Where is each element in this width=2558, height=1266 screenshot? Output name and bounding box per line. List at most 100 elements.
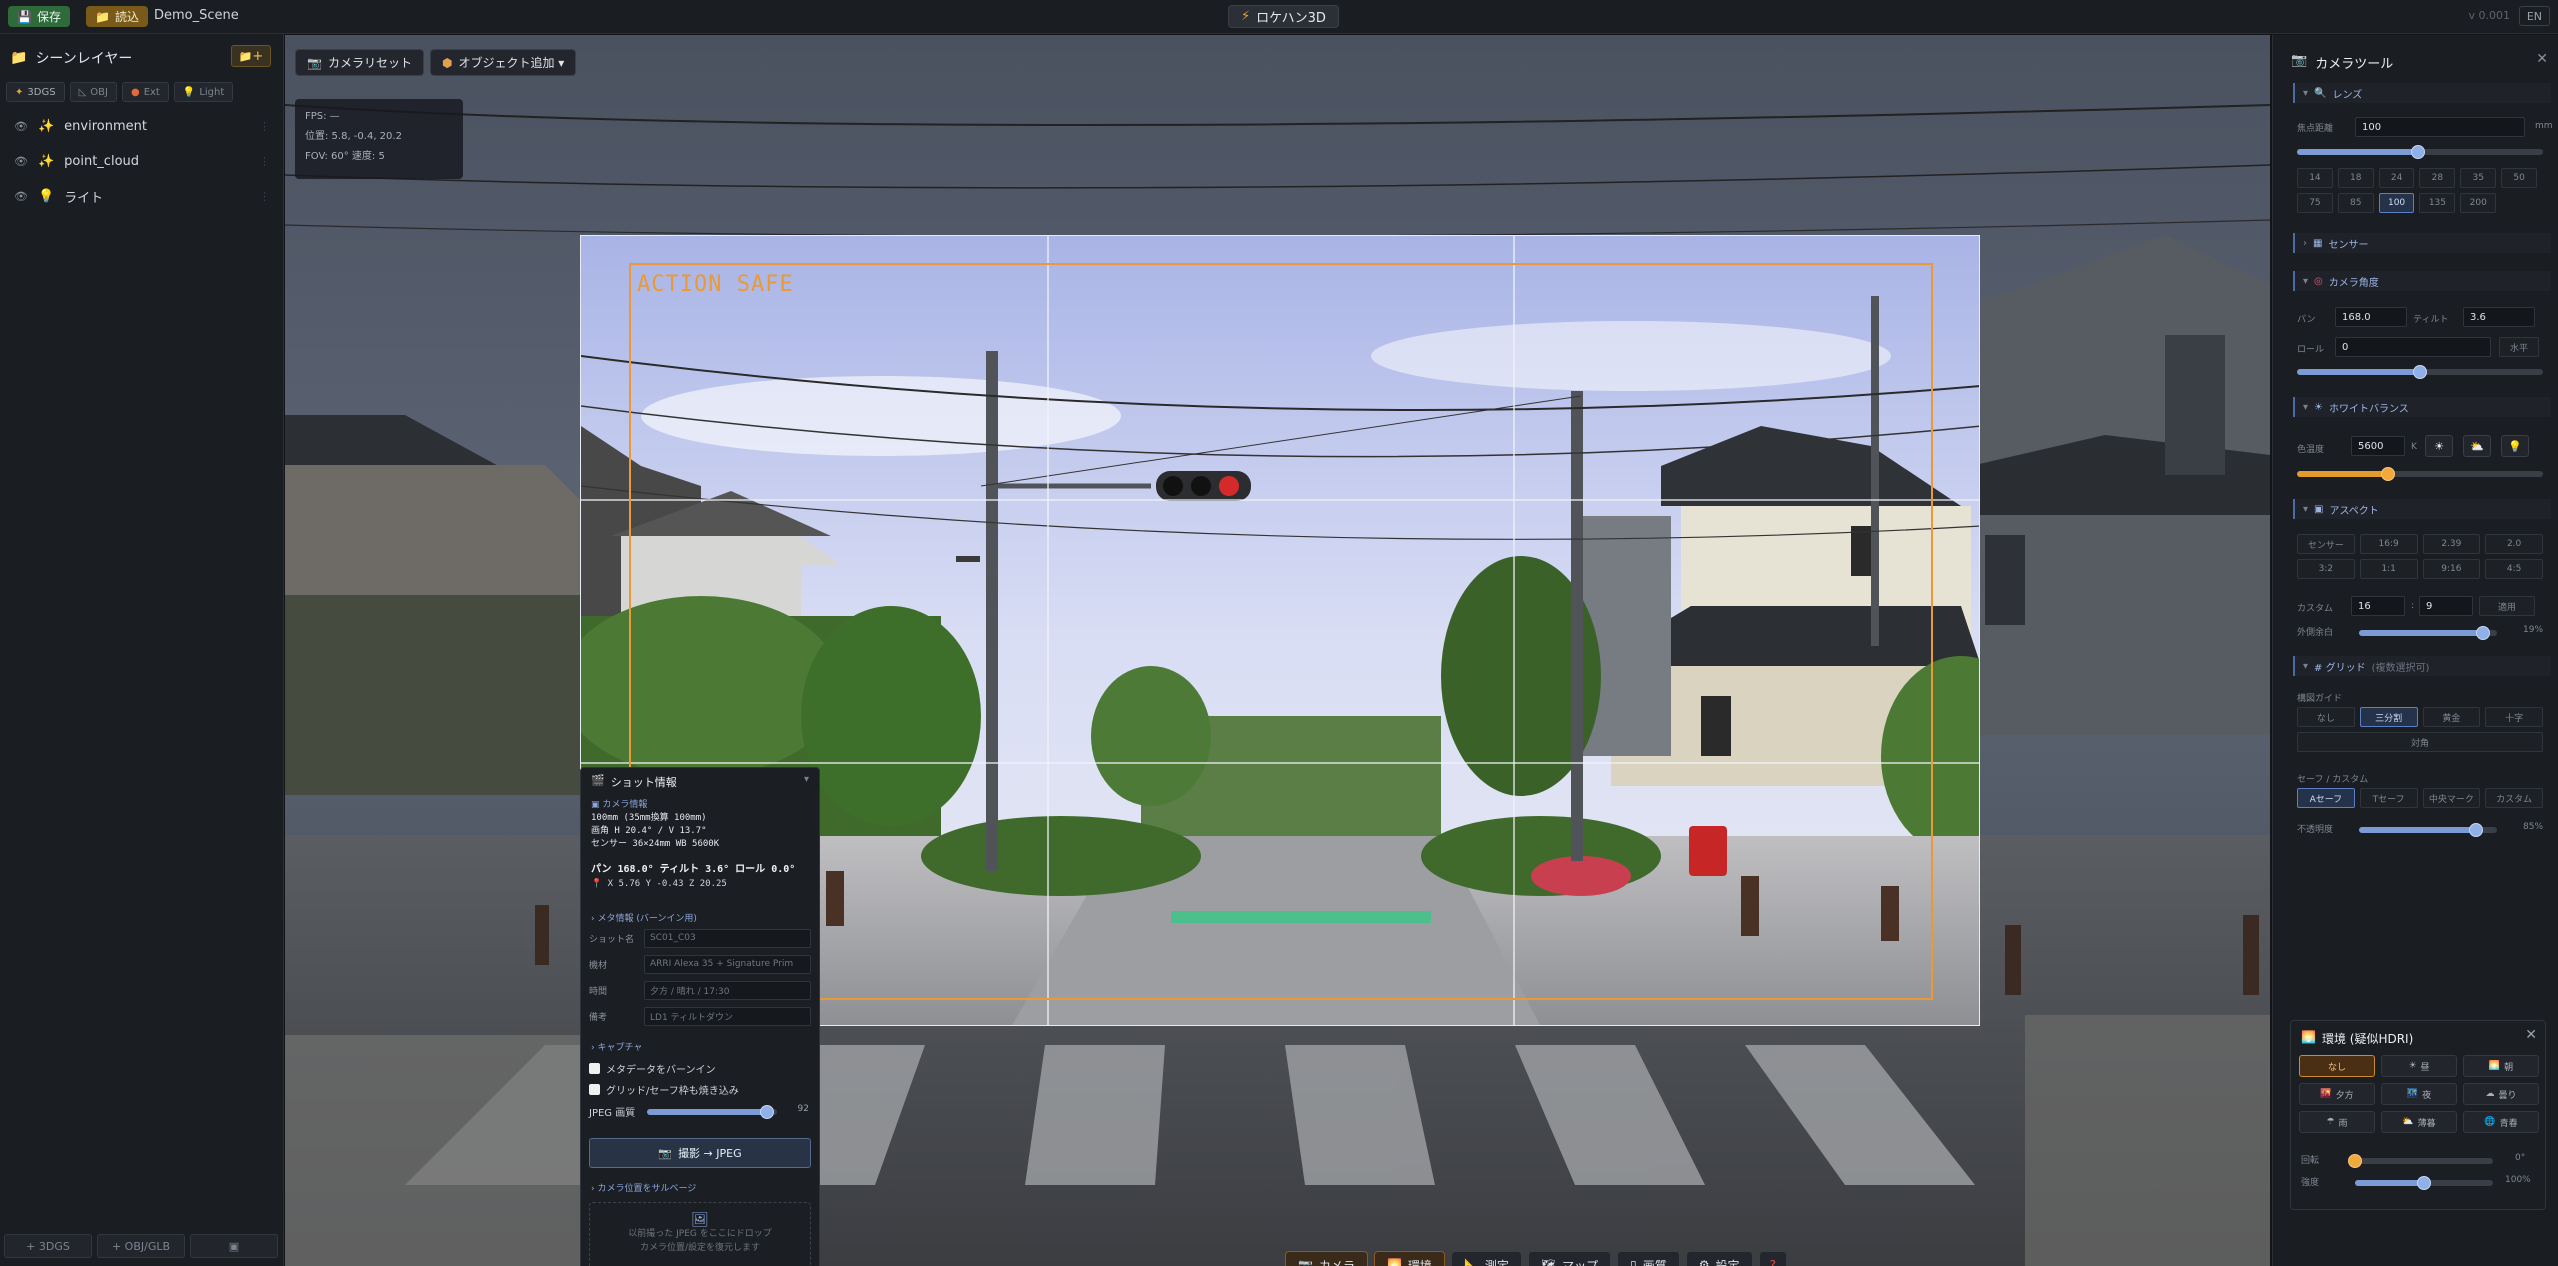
composition-golden[interactable]: 黄金 bbox=[2422, 707, 2481, 727]
white-balance-section[interactable]: ▾ ☀ ホワイトバランス bbox=[2293, 397, 2551, 417]
slider-knob[interactable] bbox=[2410, 145, 2425, 159]
capture-jpeg-button[interactable]: 📷 撮影 → JPEG bbox=[589, 1138, 811, 1168]
slider-knob[interactable] bbox=[2381, 467, 2396, 481]
custom-width-input[interactable]: 16 bbox=[2351, 596, 2405, 616]
lens-preset-75[interactable]: 75 bbox=[2297, 193, 2333, 213]
eye-icon[interactable]: 👁 bbox=[14, 155, 28, 168]
eye-icon[interactable]: 👁 bbox=[14, 120, 28, 133]
composition-thirds[interactable]: 三分割 bbox=[2359, 707, 2418, 727]
layer-item-environment[interactable]: 👁 ✨ environment ⋮ bbox=[0, 111, 284, 141]
image-layer-button[interactable]: ▣ bbox=[190, 1234, 278, 1258]
intensity-slider[interactable] bbox=[2355, 1176, 2493, 1190]
env-night[interactable]: 🌃 夜 bbox=[2381, 1083, 2457, 1105]
env-blue[interactable]: 🌐 青春 bbox=[2463, 1111, 2539, 1133]
lens-preset-35[interactable]: 35 bbox=[2460, 168, 2497, 188]
lens-section[interactable]: ▾ 🔍 レンズ bbox=[2293, 83, 2551, 103]
lens-preset-135[interactable]: 135 bbox=[2419, 193, 2456, 213]
tab-camera[interactable]: 📷 カメラ bbox=[1285, 1251, 1368, 1266]
env-rain[interactable]: ☂ 雨 bbox=[2299, 1111, 2375, 1133]
roll-input[interactable]: 0 bbox=[2335, 337, 2491, 357]
lens-preset-14[interactable]: 14 bbox=[2297, 168, 2333, 188]
lens-preset-24[interactable]: 24 bbox=[2378, 168, 2415, 188]
camera-reset-button[interactable]: 📷 カメラリセット bbox=[295, 49, 424, 76]
burnin-meta-checkbox[interactable] bbox=[589, 1063, 600, 1074]
close-icon[interactable]: ✕ bbox=[2536, 51, 2548, 67]
lens-preset-200[interactable]: 200 bbox=[2460, 193, 2497, 213]
aspect-2-39[interactable]: 2.39 bbox=[2422, 534, 2481, 554]
aspect-16-9[interactable]: 16:9 bbox=[2359, 534, 2418, 554]
env-dusk[interactable]: ⛅ 薄暮 bbox=[2381, 1111, 2457, 1133]
aspect-3-2[interactable]: 3:2 bbox=[2297, 559, 2355, 579]
collapse-icon[interactable]: ▾ bbox=[804, 774, 809, 785]
safe-center-mark[interactable]: 中央マーク bbox=[2422, 788, 2481, 808]
lens-preset-18[interactable]: 18 bbox=[2337, 168, 2374, 188]
slider-knob[interactable] bbox=[759, 1105, 774, 1119]
pan-input[interactable]: 168.0 bbox=[2335, 307, 2407, 327]
tab-environment[interactable]: 🌅 環境 bbox=[1373, 1251, 1445, 1266]
filter-light[interactable]: 💡 Light bbox=[173, 82, 234, 102]
tab-map[interactable]: 🗺 マップ bbox=[1527, 1251, 1612, 1266]
composition-none[interactable]: なし bbox=[2297, 707, 2355, 727]
lens-preset-50[interactable]: 50 bbox=[2501, 168, 2537, 188]
save-button[interactable]: 💾 保存 bbox=[8, 6, 70, 27]
safe-action[interactable]: Aセーフ bbox=[2297, 788, 2355, 808]
grid-opacity-slider[interactable] bbox=[2359, 823, 2497, 837]
jpeg-drop-zone[interactable]: 🖼 以前撮った JPEG をここにドロップ カメラ位置/設定を復元します bbox=[589, 1202, 811, 1266]
aspect-9-16[interactable]: 9:16 bbox=[2422, 559, 2481, 579]
level-button[interactable]: 水平 bbox=[2499, 337, 2539, 357]
drag-handle-icon[interactable]: ⋮ bbox=[259, 190, 270, 203]
lens-preset-85[interactable]: 85 bbox=[2337, 193, 2374, 213]
apply-aspect-button[interactable]: 適用 bbox=[2479, 596, 2535, 616]
filter-ext[interactable]: ● Ext bbox=[121, 82, 169, 102]
drag-handle-icon[interactable]: ⋮ bbox=[259, 120, 270, 133]
custom-height-input[interactable]: 9 bbox=[2419, 596, 2473, 616]
sensor-section[interactable]: › ▦ センサー bbox=[2293, 233, 2551, 253]
layer-item-point-cloud[interactable]: 👁 ✨ point_cloud ⋮ bbox=[0, 146, 284, 176]
slider-knob[interactable] bbox=[2469, 823, 2484, 837]
drag-handle-icon[interactable]: ⋮ bbox=[259, 155, 270, 168]
env-cloudy[interactable]: ☁ 曇り bbox=[2463, 1083, 2539, 1105]
lens-preset-28[interactable]: 28 bbox=[2419, 168, 2456, 188]
tab-quality[interactable]: ▯ 画質 bbox=[1617, 1251, 1680, 1266]
slider-knob[interactable] bbox=[2417, 1176, 2431, 1190]
safe-custom[interactable]: カスタム bbox=[2485, 788, 2543, 808]
aspect-4-5[interactable]: 4:5 bbox=[2485, 559, 2543, 579]
aspect-section[interactable]: ▾ ▣ アスペクト bbox=[2293, 499, 2551, 519]
aspect-1-1[interactable]: 1:1 bbox=[2359, 559, 2418, 579]
slider-knob[interactable] bbox=[2413, 365, 2427, 379]
env-morning[interactable]: 🌅 朝 bbox=[2463, 1055, 2539, 1077]
grid-section[interactable]: ▾ # グリッド (複数選択可) bbox=[2293, 656, 2551, 676]
close-icon[interactable]: ✕ bbox=[2525, 1027, 2537, 1043]
focal-length-input[interactable]: 100 bbox=[2355, 117, 2525, 137]
tab-settings[interactable]: ⚙ 設定 bbox=[1685, 1251, 1753, 1266]
safe-title[interactable]: Tセーフ bbox=[2359, 788, 2418, 808]
notes-input[interactable]: LD1 ティルトダウン bbox=[644, 1006, 811, 1026]
wb-cloudy-button[interactable]: ⛅ bbox=[2463, 435, 2491, 457]
tilt-input[interactable]: 3.6 bbox=[2463, 307, 2535, 327]
burnin-grid-checkbox[interactable] bbox=[589, 1084, 600, 1095]
3d-viewport[interactable]: ACTION SAFE 📷 カメラリセット ⬢ オブジェクト追加 ▾ FPS: — … bbox=[285, 35, 2270, 1266]
camera-angle-section[interactable]: ▾ ◎ カメラ角度 bbox=[2293, 271, 2551, 291]
help-button[interactable]: ? bbox=[1758, 1251, 1787, 1266]
jpeg-quality-slider[interactable] bbox=[647, 1105, 777, 1119]
slider-knob[interactable] bbox=[2476, 626, 2491, 640]
add-object-button[interactable]: ⬢ オブジェクト追加 ▾ bbox=[430, 49, 577, 76]
wb-daylight-button[interactable]: ☀ bbox=[2425, 435, 2453, 457]
wb-tungsten-button[interactable]: 💡 bbox=[2501, 435, 2529, 457]
outer-margin-slider[interactable] bbox=[2359, 626, 2497, 640]
env-none[interactable]: なし bbox=[2299, 1055, 2375, 1077]
aspect-sensor[interactable]: センサー bbox=[2297, 534, 2355, 554]
color-temp-input[interactable]: 5600 bbox=[2351, 436, 2405, 456]
equipment-input[interactable]: ARRI Alexa 35 + Signature Prim bbox=[644, 954, 811, 974]
add-3dgs-button[interactable]: + 3DGS bbox=[4, 1234, 92, 1258]
add-layer-button[interactable]: 📁 + bbox=[231, 45, 271, 67]
tab-measure[interactable]: 📐 測定 bbox=[1450, 1251, 1522, 1266]
add-obj-glb-button[interactable]: + OBJ/GLB bbox=[97, 1234, 185, 1258]
shot-name-input[interactable]: SC01_C03 bbox=[644, 928, 811, 948]
composition-diagonal[interactable]: 対角 bbox=[2297, 732, 2543, 752]
focal-length-slider[interactable] bbox=[2297, 145, 2543, 159]
language-button[interactable]: EN bbox=[2518, 6, 2550, 26]
filter-obj[interactable]: ◺ OBJ bbox=[69, 82, 117, 102]
rotation-slider[interactable] bbox=[2348, 1154, 2493, 1168]
eye-icon[interactable]: 👁 bbox=[14, 190, 28, 203]
